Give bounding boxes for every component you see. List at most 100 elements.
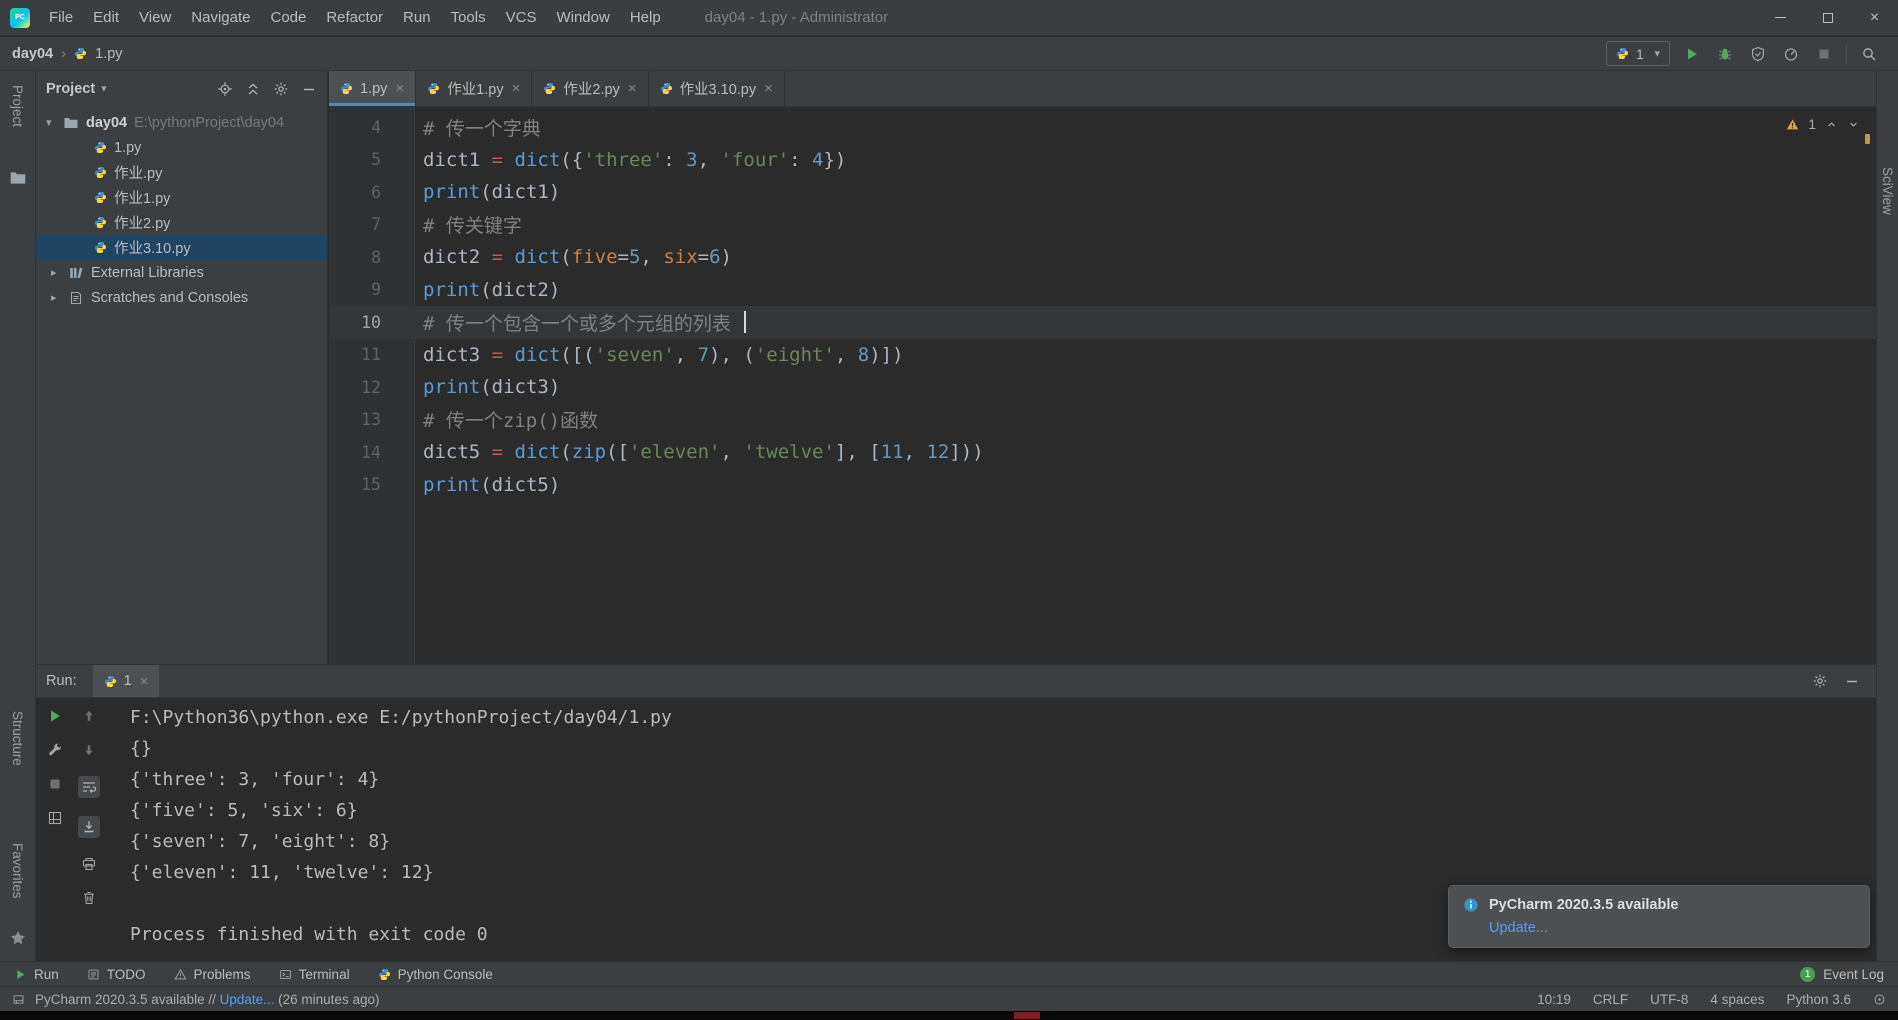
- tree-item-scratches-and-consoles[interactable]: ▸ Scratches and Consoles: [36, 285, 327, 310]
- stop-button[interactable]: [1813, 43, 1835, 65]
- code-line-9[interactable]: 9 print (dict2): [329, 274, 1876, 307]
- editor[interactable]: 4 # 传一个字典 5 dict1 = dict({'three': 3, 'four…: [329, 107, 1876, 664]
- tree-item-file-0[interactable]: 1.py: [36, 135, 327, 160]
- gear-icon[interactable]: [1812, 673, 1828, 689]
- search-everywhere-button[interactable]: [1858, 43, 1880, 65]
- next-problem-icon[interactable]: [1847, 118, 1860, 131]
- profiler-button[interactable]: [1780, 43, 1802, 65]
- menu-window[interactable]: Window: [546, 0, 619, 35]
- code-line-11[interactable]: 11 dict3 = dict([('seven', 7), ('eight', …: [329, 339, 1876, 372]
- debug-button[interactable]: [1714, 43, 1736, 65]
- toolwindow-button-python-console[interactable]: Python Console: [378, 967, 493, 982]
- code-line-14[interactable]: 14 dict5 = dict(zip(['eleven', 'twelve'],…: [329, 436, 1876, 469]
- sidebar-item-favorites[interactable]: Favorites: [10, 843, 25, 899]
- coverage-button[interactable]: [1747, 43, 1769, 65]
- up-stack-trace-icon[interactable]: [81, 708, 97, 724]
- code-line-15[interactable]: 15 print (dict5): [329, 469, 1876, 502]
- rerun-icon[interactable]: [47, 708, 63, 724]
- clear-console-icon[interactable]: [81, 890, 97, 906]
- hide-panel-icon[interactable]: [301, 81, 317, 97]
- tab-close-icon[interactable]: ×: [628, 80, 637, 97]
- interpreter[interactable]: Python 3.6: [1786, 992, 1851, 1007]
- down-stack-trace-icon[interactable]: [81, 742, 97, 758]
- update-link[interactable]: Update...: [1489, 920, 1855, 936]
- breadcrumb-file[interactable]: 1.py: [95, 46, 122, 62]
- menu-file[interactable]: File: [39, 0, 83, 35]
- sidebar-item-structure[interactable]: Structure: [10, 711, 25, 766]
- toolwindow-button-terminal[interactable]: Terminal: [279, 967, 350, 982]
- code-line-8[interactable]: 8 dict2 = dict(five = 5, six = 6): [329, 241, 1876, 274]
- tree-item-external-libraries[interactable]: ▸ External Libraries: [36, 260, 327, 285]
- menu-help[interactable]: Help: [620, 0, 671, 35]
- chevron-down-icon[interactable]: ▾: [46, 116, 56, 129]
- project-view-selector[interactable]: Project ▾: [46, 81, 107, 97]
- sidebar-item-project[interactable]: Project: [10, 85, 25, 127]
- close-icon[interactable]: ×: [140, 673, 149, 690]
- line-separator[interactable]: CRLF: [1593, 992, 1628, 1007]
- toolwindow-button-problems[interactable]: Problems: [173, 967, 251, 982]
- scroll-to-end-toggle[interactable]: [78, 816, 100, 838]
- menu-navigate[interactable]: Navigate: [181, 0, 260, 35]
- breadcrumb-project[interactable]: day04: [12, 46, 53, 62]
- tree-item-file-2[interactable]: 作业1.py: [36, 185, 327, 210]
- menu-refactor[interactable]: Refactor: [316, 0, 393, 35]
- tab-close-icon[interactable]: ×: [395, 80, 404, 97]
- code-line-13[interactable]: 13 # 传一个zip()函数: [329, 404, 1876, 437]
- tree-root[interactable]: ▾ day04 E:\pythonProject\day04: [36, 110, 327, 135]
- close-button[interactable]: ×: [1851, 0, 1898, 35]
- editor-tab-0[interactable]: 1.py ×: [329, 71, 417, 106]
- maximize-button[interactable]: [1804, 0, 1851, 35]
- wrench-icon[interactable]: [47, 742, 63, 758]
- restore-layout-icon[interactable]: [47, 810, 63, 826]
- hide-panel-icon[interactable]: [1844, 673, 1860, 689]
- print-icon[interactable]: [81, 856, 97, 872]
- code-line-6[interactable]: 6 print (dict1): [329, 176, 1876, 209]
- tab-close-icon[interactable]: ×: [764, 80, 773, 97]
- menu-tools[interactable]: Tools: [441, 0, 496, 35]
- run-button[interactable]: [1681, 43, 1703, 65]
- run-tab[interactable]: 1 ×: [92, 665, 160, 697]
- code-line-4[interactable]: 4 # 传一个字典: [329, 111, 1876, 144]
- star-icon[interactable]: [9, 929, 27, 947]
- run-config-selector[interactable]: 1 ▾: [1606, 41, 1670, 66]
- notification-balloon[interactable]: PyCharm 2020.3.5 available Update...: [1448, 885, 1870, 948]
- highlighting-level-icon[interactable]: [1873, 993, 1886, 1006]
- menu-vcs[interactable]: VCS: [496, 0, 547, 35]
- previous-problem-icon[interactable]: [1825, 118, 1838, 131]
- menu-edit[interactable]: Edit: [83, 0, 129, 35]
- soft-wrap-toggle[interactable]: [78, 776, 100, 798]
- code-line-7[interactable]: 7 # 传关键字: [329, 209, 1876, 242]
- editor-tab-3[interactable]: 作业3.10.py ×: [649, 71, 785, 106]
- toggle-toolwindows-icon[interactable]: [12, 993, 25, 1006]
- menu-code[interactable]: Code: [260, 0, 316, 35]
- folder-icon[interactable]: [9, 169, 27, 187]
- tree-item-file-3[interactable]: 作业2.py: [36, 210, 327, 235]
- caret-position[interactable]: 10:19: [1537, 992, 1571, 1007]
- code-line-5[interactable]: 5 dict1 = dict({'three': 3, 'four': 4}): [329, 144, 1876, 177]
- collapse-all-icon[interactable]: [245, 81, 261, 97]
- event-log-button[interactable]: 1 Event Log: [1800, 966, 1884, 982]
- file-encoding[interactable]: UTF-8: [1650, 992, 1688, 1007]
- editor-tab-1[interactable]: 作业1.py ×: [416, 71, 533, 106]
- code-line-10[interactable]: 10 # 传一个包含一个或多个元组的列表: [329, 306, 1876, 339]
- menu-run[interactable]: Run: [393, 0, 441, 35]
- code-area[interactable]: 4 # 传一个字典 5 dict1 = dict({'three': 3, 'four…: [329, 111, 1876, 501]
- sidebar-item-sciview[interactable]: SciView: [1880, 167, 1895, 215]
- toolwindow-button-todo[interactable]: TODO: [87, 967, 146, 982]
- status-update-link[interactable]: Update...: [220, 992, 275, 1007]
- chevron-right-icon[interactable]: ▸: [51, 291, 61, 304]
- indent-style[interactable]: 4 spaces: [1710, 992, 1764, 1007]
- gear-icon[interactable]: [273, 81, 289, 97]
- locate-file-icon[interactable]: [217, 81, 233, 97]
- tree-item-file-1[interactable]: 作业.py: [36, 160, 327, 185]
- tab-close-icon[interactable]: ×: [512, 80, 521, 97]
- minimize-button[interactable]: [1757, 0, 1804, 35]
- stop-icon[interactable]: [47, 776, 63, 792]
- editor-tab-2[interactable]: 作业2.py ×: [532, 71, 649, 106]
- taskbar-app-icon[interactable]: [1014, 1012, 1040, 1019]
- menu-view[interactable]: View: [129, 0, 181, 35]
- tree-item-file-4[interactable]: 作业3.10.py: [36, 235, 327, 260]
- code-line-12[interactable]: 12 print (dict3): [329, 371, 1876, 404]
- toolwindow-button-run[interactable]: Run: [14, 967, 59, 982]
- chevron-right-icon[interactable]: ▸: [51, 266, 61, 279]
